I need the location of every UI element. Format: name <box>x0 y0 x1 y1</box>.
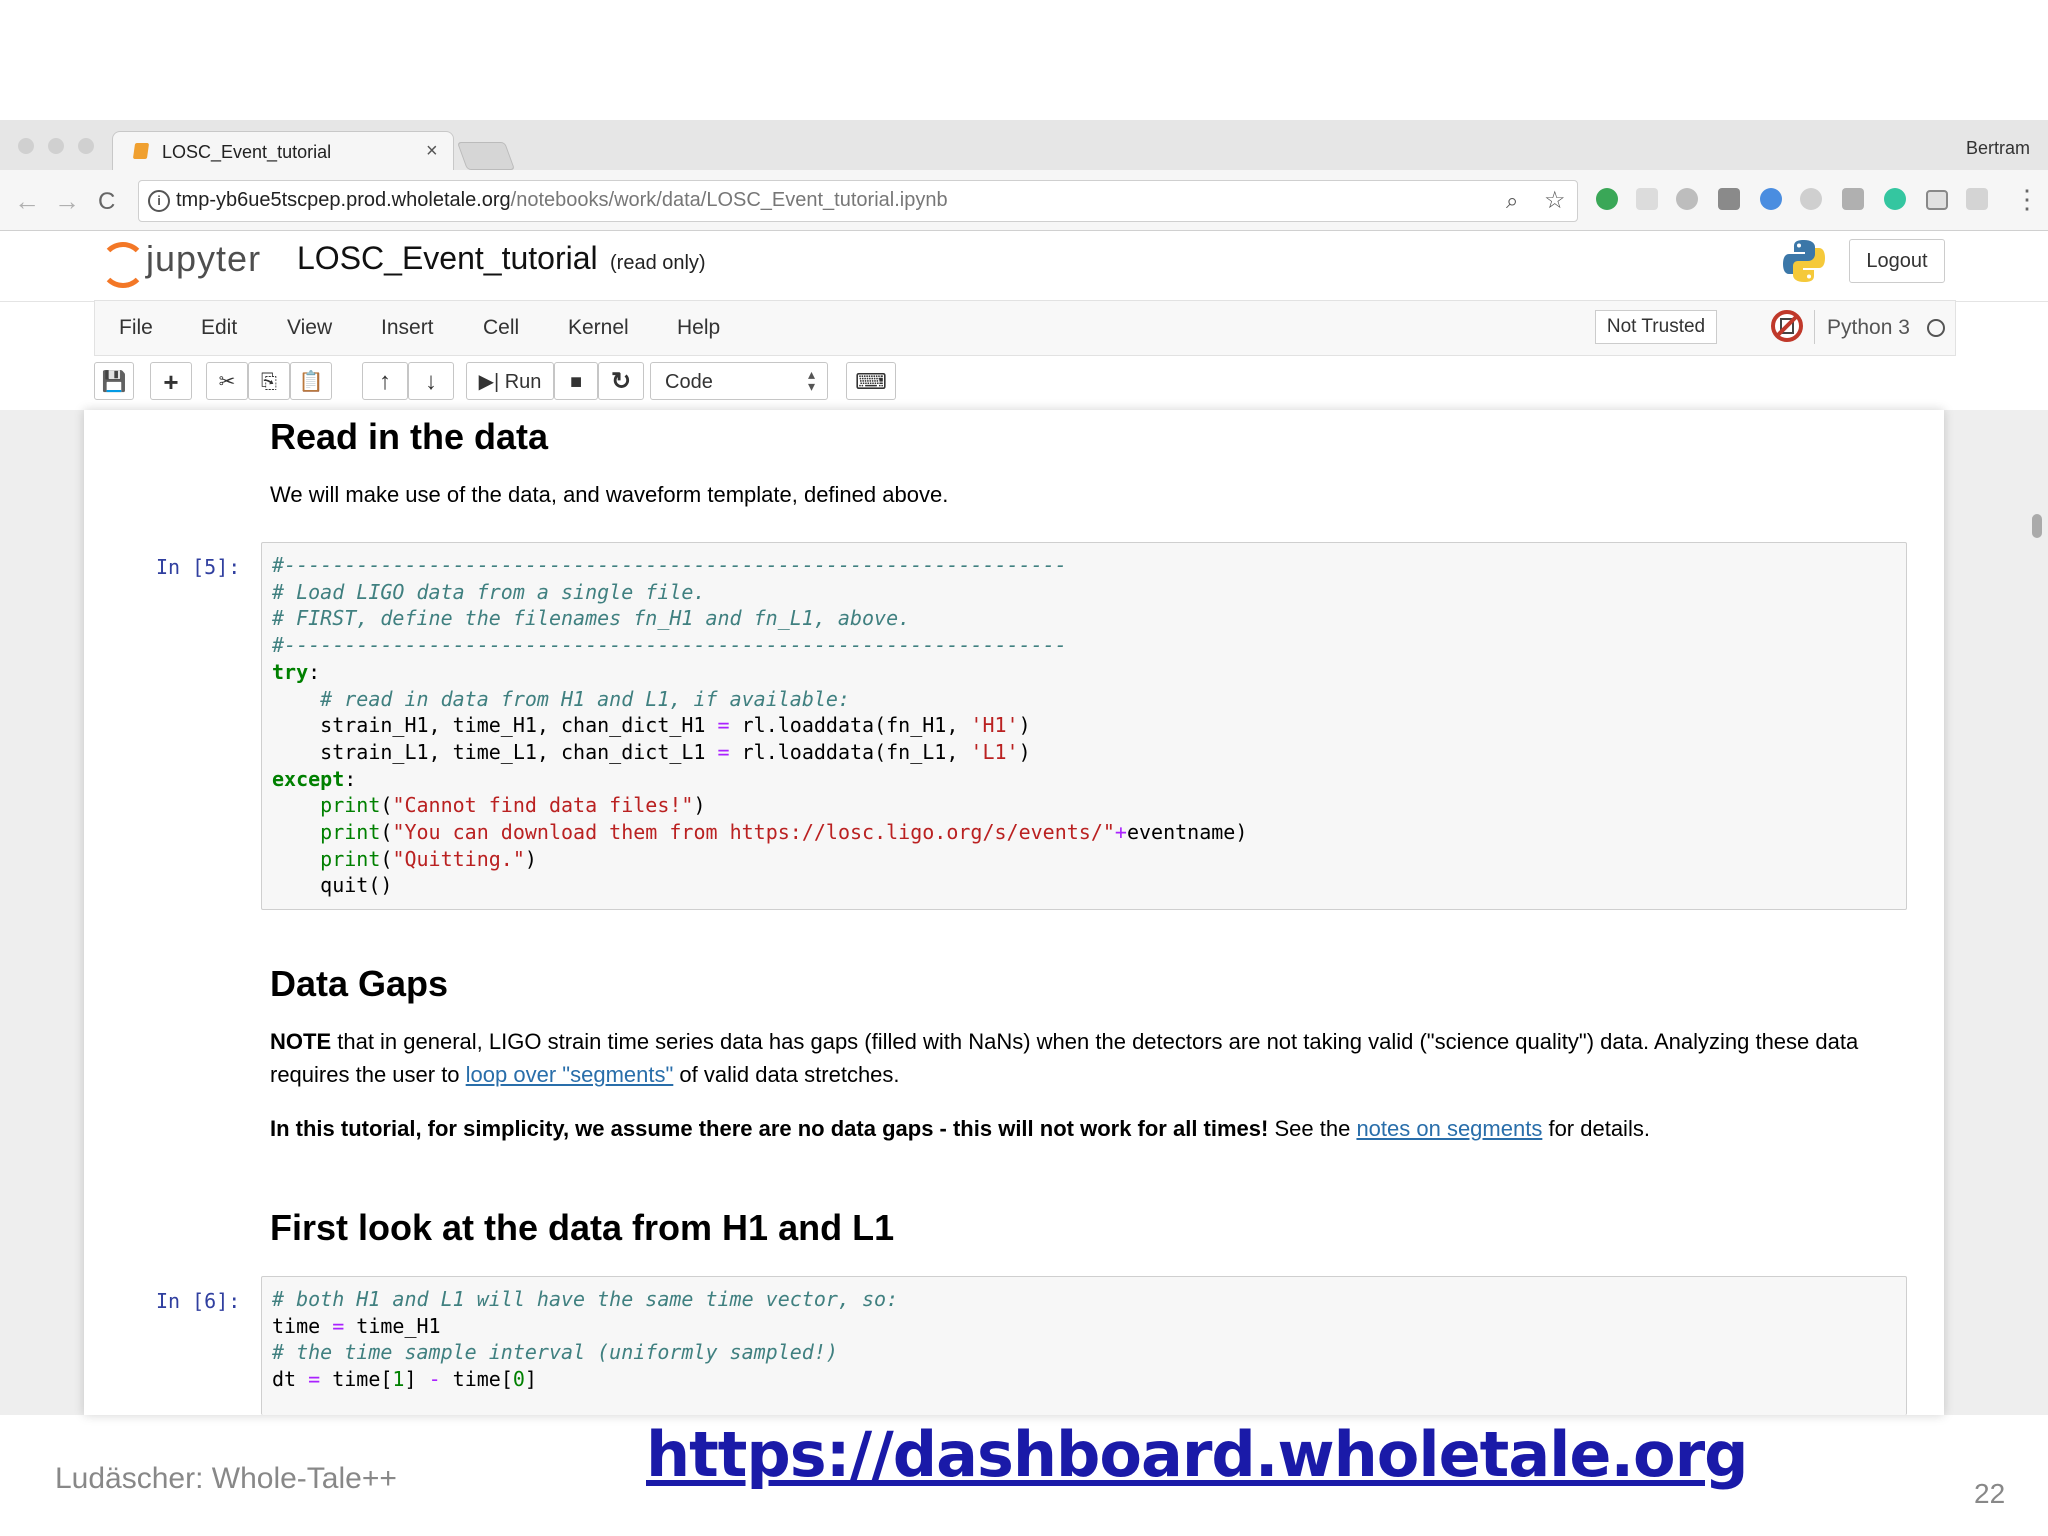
notes-on-segments-link[interactable]: notes on segments <box>1356 1116 1542 1141</box>
kernel-disconnected-icon <box>1771 310 1803 342</box>
kernel-separator <box>1814 310 1815 344</box>
scrollbar-thumb[interactable] <box>2032 514 2042 538</box>
tab-title: LOSC_Event_tutorial <box>162 142 332 162</box>
keyboard-icon[interactable]: ⌨ <box>846 362 896 400</box>
extension-gray-icon[interactable] <box>1676 188 1698 210</box>
back-icon[interactable]: ← <box>14 186 40 217</box>
new-tab-button[interactable] <box>456 142 516 170</box>
paragraph-simplicity: In this tutorial, for simplicity, we ass… <box>270 1112 1910 1145</box>
window-zoom-button[interactable] <box>78 138 94 154</box>
menu-insert[interactable]: Insert <box>381 316 434 340</box>
site-info-icon[interactable]: i <box>148 190 170 212</box>
kernel-idle-icon <box>1927 319 1945 337</box>
note-text-b: of valid data stretches. <box>673 1062 900 1087</box>
slide-author: Ludäscher: Whole-Tale++ <box>55 1462 397 1495</box>
python-logo-icon <box>1783 240 1825 282</box>
browser-profile-name[interactable]: Bertram <box>1966 138 2030 159</box>
url-text[interactable]: tmp-yb6ue5tscpep.prod.wholetale.org/note… <box>176 189 948 212</box>
extension-green-icon[interactable] <box>1596 188 1618 210</box>
extension-doc-icon[interactable] <box>1636 188 1658 210</box>
not-trusted-button[interactable]: Not Trusted <box>1595 310 1717 344</box>
restart-icon[interactable]: ↻ <box>598 362 644 400</box>
simplicity-text-a: See the <box>1268 1116 1357 1141</box>
copy-icon[interactable]: ⎘ <box>248 362 290 400</box>
slide-page-number: 22 <box>1974 1478 2006 1509</box>
notebook-name[interactable]: LOSC_Event_tutorial <box>297 240 598 277</box>
extension-square-icon[interactable] <box>1842 188 1864 210</box>
heading-first-look: First look at the data from H1 and L1 <box>270 1207 895 1248</box>
cut-icon[interactable]: ✂ <box>206 362 248 400</box>
url-host: tmp-yb6ue5tscpep.prod.wholetale.org <box>176 189 511 211</box>
cell-type-select[interactable]: Code <box>650 362 828 400</box>
url-path: /notebooks/work/data/LOSC_Event_tutorial… <box>510 189 948 211</box>
forward-icon[interactable]: → <box>54 186 80 217</box>
move-down-icon[interactable]: ↓ <box>408 362 454 400</box>
extension-shield-icon[interactable] <box>1718 188 1740 210</box>
menu-kernel[interactable]: Kernel <box>568 316 629 340</box>
heading-read-in-the-data: Read in the data <box>270 416 549 457</box>
note-bold: NOTE <box>270 1029 332 1054</box>
bookmark-star-icon[interactable]: ☆ <box>1544 186 1566 215</box>
tab-close-icon[interactable]: × <box>426 140 438 163</box>
cast-icon[interactable] <box>1926 190 1948 210</box>
code-cell-6-source[interactable]: # both H1 and L1 will have the same time… <box>272 1286 898 1393</box>
run-button[interactable]: ▶| Run <box>466 362 554 400</box>
slide-dashboard-url[interactable]: https://dashboard.wholetale.org <box>646 1418 1749 1491</box>
cell-6-prompt: In [6]: <box>156 1289 241 1313</box>
chevron-updown-icon: ▴ ▾ <box>808 366 816 394</box>
window-minimize-button[interactable] <box>48 138 64 154</box>
menu-edit[interactable]: Edit <box>201 316 237 340</box>
loop-over-segments-link[interactable]: loop over "segments" <box>466 1062 674 1087</box>
paste-icon[interactable]: 📋 <box>290 362 332 400</box>
notebook-favicon-icon <box>132 143 150 159</box>
reload-icon[interactable]: C <box>98 188 115 216</box>
add-cell-icon[interactable]: + <box>150 362 192 400</box>
extension-cloud-icon[interactable] <box>1800 188 1822 210</box>
readonly-indicator: (read only) <box>610 252 706 274</box>
code-cell-5-source[interactable]: #---------------------------------------… <box>272 552 1247 899</box>
cell-5-prompt: In [5]: <box>156 555 241 579</box>
zoom-icon[interactable]: ⌕ <box>1506 188 1518 214</box>
kernel-name[interactable]: Python 3 <box>1827 316 1910 340</box>
interrupt-icon[interactable]: ■ <box>554 362 598 400</box>
heading-data-gaps: Data Gaps <box>270 963 449 1004</box>
paragraph-read-in: We will make use of the data, and wavefo… <box>270 482 949 507</box>
simplicity-bold: In this tutorial, for simplicity, we ass… <box>270 1116 1269 1141</box>
extension-blue-icon[interactable] <box>1760 188 1782 210</box>
menu-view[interactable]: View <box>287 316 332 340</box>
simplicity-text-b: for details. <box>1542 1116 1650 1141</box>
jupyter-logo-text[interactable]: jupyter <box>146 238 261 280</box>
menu-cell[interactable]: Cell <box>483 316 519 340</box>
jupyter-logo-icon[interactable] <box>100 242 146 288</box>
menu-help[interactable]: Help <box>677 316 720 340</box>
extension-teal-icon[interactable] <box>1884 188 1906 210</box>
save-icon[interactable]: 💾 <box>94 362 134 400</box>
paragraph-data-gaps-note: NOTE that in general, LIGO strain time s… <box>270 1025 1910 1091</box>
window-close-button[interactable] <box>18 138 34 154</box>
browser-menu-icon[interactable]: ⋮ <box>2014 184 2040 215</box>
extension-light-icon[interactable] <box>1966 188 1988 210</box>
menu-file[interactable]: File <box>119 316 153 340</box>
move-up-icon[interactable]: ↑ <box>362 362 408 400</box>
logout-button[interactable]: Logout <box>1849 239 1945 283</box>
